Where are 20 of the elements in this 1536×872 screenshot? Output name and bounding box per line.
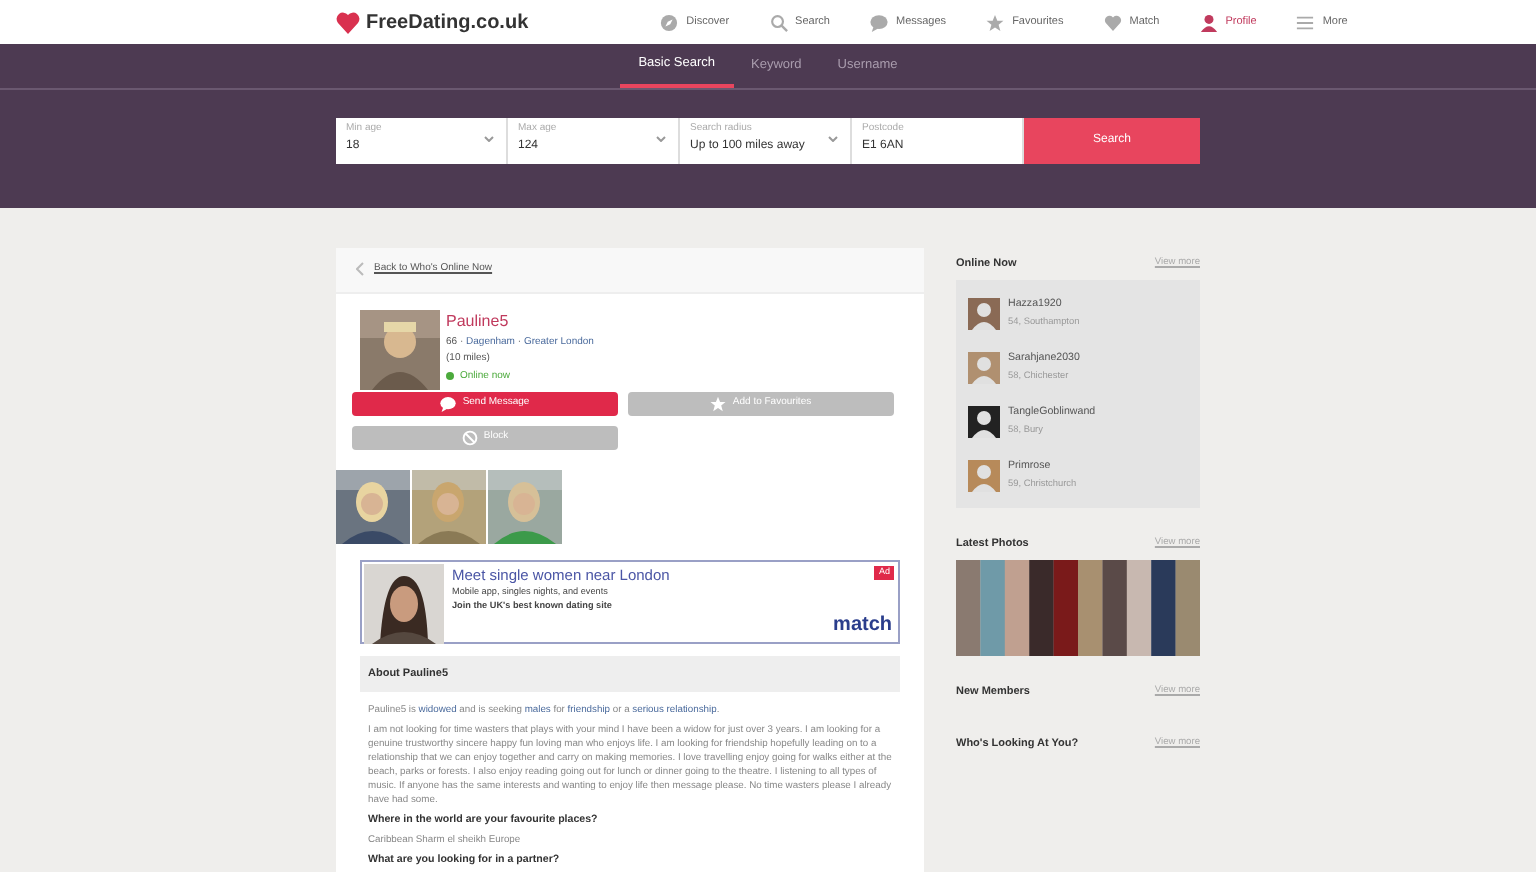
star-icon	[710, 396, 727, 412]
logo-text[interactable]: FreeDating.co.uk	[366, 7, 529, 37]
avatar[interactable]	[968, 405, 1000, 437]
logo-icon	[336, 11, 360, 33]
chat-bubble-icon	[440, 396, 457, 412]
menu-icon	[1296, 13, 1315, 31]
block-icon	[461, 430, 478, 446]
chat-bubble-icon	[869, 13, 888, 31]
person-icon	[1199, 13, 1218, 31]
search-icon	[769, 13, 788, 31]
back-icon[interactable]	[356, 262, 364, 277]
profile-photo[interactable]	[360, 309, 440, 389]
profile-name: Pauline5	[446, 309, 511, 333]
brand-logo: match	[833, 612, 892, 640]
compass-icon	[660, 13, 679, 31]
caret-icon[interactable]	[828, 136, 838, 142]
star-icon	[986, 13, 1005, 31]
caret-icon[interactable]	[656, 136, 666, 142]
caret-icon[interactable]	[484, 136, 494, 142]
heart-icon	[1103, 13, 1122, 31]
